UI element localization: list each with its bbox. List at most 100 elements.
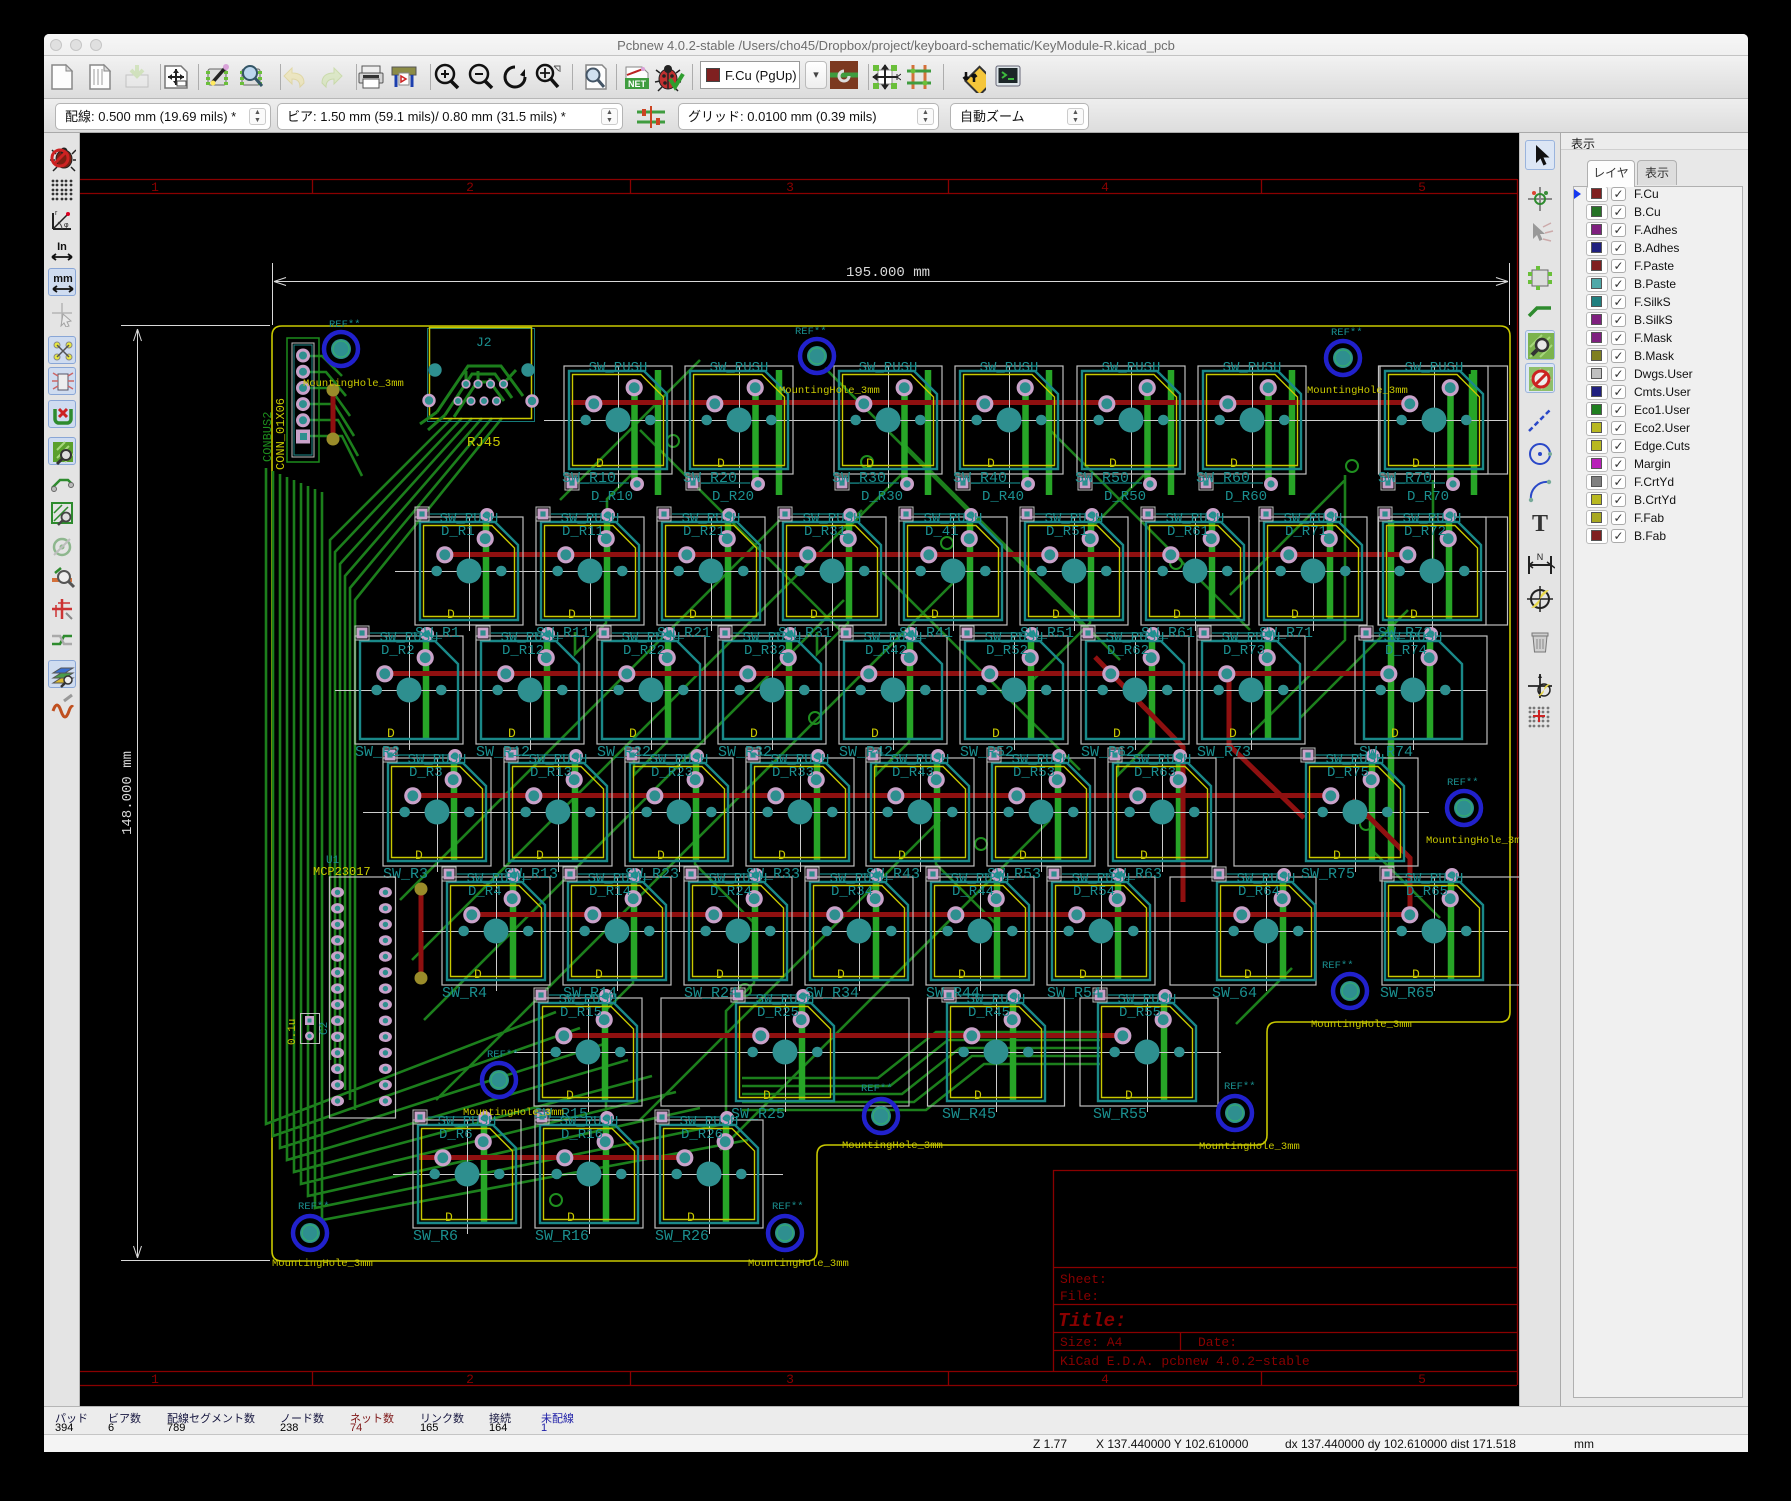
svg-text:3: 3 bbox=[786, 1372, 794, 1387]
svg-text:D: D bbox=[750, 726, 758, 741]
svg-text:D: D bbox=[898, 848, 906, 863]
svg-text:SW_R45: SW_R45 bbox=[942, 1106, 996, 1123]
svg-text:D_R40: D_R40 bbox=[982, 489, 1024, 505]
svg-text:SW_R73: SW_R73 bbox=[1197, 744, 1251, 761]
svg-text:D_R24: D_R24 bbox=[710, 884, 752, 900]
svg-text:D: D bbox=[987, 456, 995, 471]
svg-text:D: D bbox=[1412, 967, 1420, 982]
svg-text:D: D bbox=[508, 726, 516, 741]
svg-text:SW_R50: SW_R50 bbox=[1075, 470, 1129, 487]
svg-text:SW_PUSH: SW_PUSH bbox=[589, 360, 648, 376]
svg-text:D: D bbox=[596, 456, 604, 471]
svg-text:D_R72: D_R72 bbox=[1404, 524, 1446, 540]
svg-text:D: D bbox=[810, 607, 818, 622]
svg-text:D_R11: D_R11 bbox=[562, 524, 604, 540]
svg-text:SW_R30: SW_R30 bbox=[832, 470, 886, 487]
svg-text:SW_R4: SW_R4 bbox=[442, 985, 487, 1002]
svg-text:SW_PUSH: SW_PUSH bbox=[710, 360, 769, 376]
svg-text:D: D bbox=[1230, 456, 1238, 471]
svg-text:SW_PUSH: SW_PUSH bbox=[1223, 360, 1282, 376]
svg-text:D: D bbox=[566, 1088, 574, 1103]
svg-text:D: D bbox=[992, 726, 1000, 741]
svg-text:D: D bbox=[629, 726, 637, 741]
svg-text:Title:: Title: bbox=[1058, 1310, 1126, 1332]
svg-text:SW_PUSH: SW_PUSH bbox=[980, 360, 1039, 376]
svg-text:MCP23017: MCP23017 bbox=[313, 865, 371, 879]
svg-text:SW_64: SW_64 bbox=[1212, 985, 1257, 1002]
svg-text:D: D bbox=[447, 607, 455, 622]
svg-text:D_R65: D_R65 bbox=[1406, 884, 1448, 900]
svg-text:D_R20: D_R20 bbox=[712, 489, 754, 505]
svg-text:D: D bbox=[716, 967, 724, 982]
svg-text:D_R33: D_R33 bbox=[772, 765, 814, 781]
svg-text:D: D bbox=[568, 607, 576, 622]
svg-text:D_R50: D_R50 bbox=[1104, 489, 1146, 505]
svg-text:SW_R52: SW_R52 bbox=[960, 744, 1014, 761]
svg-text:D_R51: D_R51 bbox=[1046, 524, 1088, 540]
svg-text:SW_R60: SW_R60 bbox=[1196, 470, 1250, 487]
svg-text:D: D bbox=[415, 848, 423, 863]
svg-text:D: D bbox=[1052, 607, 1060, 622]
svg-text:Date:: Date: bbox=[1198, 1335, 1237, 1350]
svg-text:MountingHole_3mm: MountingHole_3mm bbox=[842, 1140, 943, 1152]
svg-text:D_R26: D_R26 bbox=[681, 1127, 723, 1143]
svg-text:D_R12: D_R12 bbox=[502, 643, 544, 659]
svg-text:D: D bbox=[657, 848, 665, 863]
svg-text:REF**: REF** bbox=[1447, 777, 1479, 789]
svg-text:D_R74: D_R74 bbox=[1385, 643, 1427, 659]
svg-text:D_R55: D_R55 bbox=[1119, 1005, 1161, 1021]
svg-text:D: D bbox=[931, 607, 939, 622]
svg-text:REF**: REF** bbox=[329, 319, 361, 331]
svg-text:D: D bbox=[474, 967, 482, 982]
svg-text:MountingHole_3mm: MountingHole_3mm bbox=[463, 1107, 564, 1119]
svg-text:REF**: REF** bbox=[487, 1049, 519, 1061]
svg-text:MountingHole_3mm: MountingHole_3mm bbox=[1426, 835, 1519, 847]
svg-text:SW_R16: SW_R16 bbox=[535, 1228, 589, 1245]
svg-text:D_R61: D_R61 bbox=[1167, 524, 1209, 540]
svg-text:D_R10: D_R10 bbox=[591, 489, 633, 505]
svg-text:2: 2 bbox=[466, 1372, 474, 1387]
svg-text:4: 4 bbox=[1101, 1372, 1109, 1387]
svg-text:MountingHole_3mm: MountingHole_3mm bbox=[1199, 1141, 1300, 1153]
svg-text:D: D bbox=[1019, 848, 1027, 863]
svg-text:D_R16: D_R16 bbox=[561, 1127, 603, 1143]
svg-text:D: D bbox=[687, 1210, 695, 1225]
svg-text:mm: mm bbox=[53, 273, 73, 285]
svg-text:D: D bbox=[1244, 967, 1252, 982]
svg-text:D: D bbox=[689, 607, 697, 622]
svg-text:D: D bbox=[837, 967, 845, 982]
svg-text:D_R13: D_R13 bbox=[530, 765, 572, 781]
svg-text:D: D bbox=[778, 848, 786, 863]
svg-text:D: D bbox=[536, 848, 544, 863]
svg-text:File:: File: bbox=[1060, 1289, 1099, 1304]
svg-text:D_R32: D_R32 bbox=[744, 643, 786, 659]
svg-text:D_R75: D_R75 bbox=[1327, 765, 1369, 781]
svg-text:SW_R54: SW_R54 bbox=[1047, 985, 1101, 1002]
svg-text:Size: A4: Size: A4 bbox=[1060, 1335, 1123, 1350]
svg-text:D: D bbox=[974, 1088, 982, 1103]
svg-text:SW_PUSH: SW_PUSH bbox=[859, 360, 918, 376]
svg-text:D_R30: D_R30 bbox=[861, 489, 903, 505]
svg-text:Sheet:: Sheet: bbox=[1060, 1272, 1107, 1287]
svg-text:D_R3: D_R3 bbox=[409, 765, 443, 781]
svg-text:D_R52: D_R52 bbox=[986, 643, 1028, 659]
svg-text:KiCad E.D.A. pcbnew 4.0.2−sta: KiCad E.D.A. pcbnew 4.0.2−stable bbox=[1060, 1354, 1310, 1369]
svg-text:D: D bbox=[1109, 456, 1117, 471]
svg-text:195.000 mm: 195.000 mm bbox=[846, 265, 930, 281]
svg-text:D_R1: D_R1 bbox=[441, 524, 475, 540]
svg-text:0.1u: 0.1u bbox=[287, 1019, 299, 1045]
svg-text:In: In bbox=[57, 241, 67, 253]
svg-text:N: N bbox=[1537, 552, 1544, 562]
svg-text:D: D bbox=[1410, 607, 1418, 622]
svg-text:D: D bbox=[1229, 726, 1237, 741]
svg-text:D_R15: D_R15 bbox=[560, 1005, 602, 1021]
svg-text:D: D bbox=[1412, 456, 1420, 471]
svg-text:D_R60: D_R60 bbox=[1225, 489, 1267, 505]
svg-text:D_R64: D_R64 bbox=[1238, 884, 1280, 900]
svg-text:D: D bbox=[567, 1210, 575, 1225]
svg-text:SW_R40: SW_R40 bbox=[953, 470, 1007, 487]
svg-text:SW_PUSH: SW_PUSH bbox=[1102, 360, 1161, 376]
svg-text:SW_R55: SW_R55 bbox=[1093, 1106, 1147, 1123]
svg-text:D: D bbox=[1391, 726, 1399, 741]
svg-text:SW_R22: SW_R22 bbox=[597, 744, 651, 761]
